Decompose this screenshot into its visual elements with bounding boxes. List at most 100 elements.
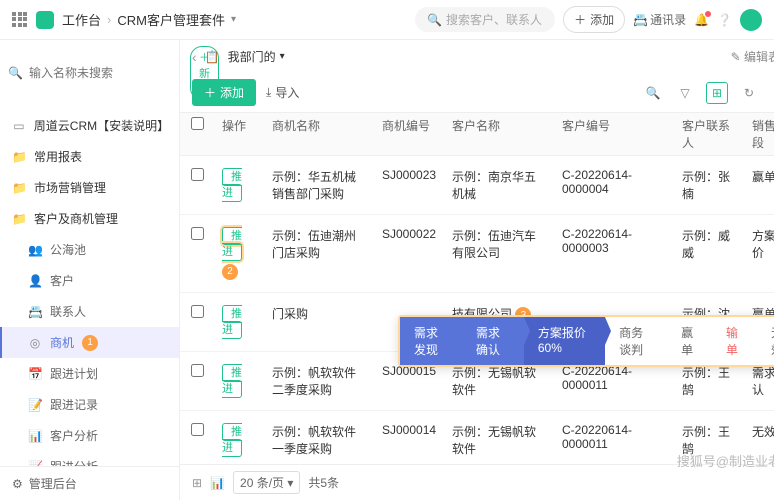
dept-selector[interactable]: 我部门的▾ xyxy=(228,48,285,65)
select-all-checkbox[interactable] xyxy=(191,117,204,130)
sidebar-item[interactable]: 📝 跟进记录 xyxy=(0,389,179,420)
sidebar-item-label: 客户及商机管理 xyxy=(34,210,118,227)
plus-icon: ＋ xyxy=(574,11,586,28)
sidebar-item[interactable]: 📁市场营销管理 xyxy=(0,172,179,203)
sidebar-item[interactable]: 👥公海池 xyxy=(0,234,179,265)
push-button[interactable]: 推进 xyxy=(222,227,242,261)
pipeline-stage[interactable]: 需求发现 xyxy=(400,317,462,365)
cell-code xyxy=(374,301,444,309)
sidebar-item[interactable]: 👤客户 xyxy=(0,265,179,296)
layout-icon[interactable]: ⊞ xyxy=(192,476,202,490)
pipeline-stage[interactable]: 赢单 xyxy=(667,317,712,365)
logo xyxy=(36,11,54,29)
sidebar-item-icon: 📝 xyxy=(28,398,42,412)
sidebar-item-icon: 📅 xyxy=(28,367,42,381)
sidebar-item-label: 跟进分析 xyxy=(50,458,98,466)
pipeline-stage[interactable]: 方案报价 60% xyxy=(524,317,605,365)
push-button[interactable]: 推进 xyxy=(222,305,242,339)
num-badge: 2 xyxy=(222,264,238,280)
cell-name: 示例：华五机械销售部门采购 xyxy=(264,164,374,206)
sidebar-item-icon: 📁 xyxy=(12,212,26,226)
sidebar-item-icon: 📊 xyxy=(28,429,42,443)
watermark: 搜狐号@制造业老简 xyxy=(677,451,774,470)
cell-name: 示例：帆软软件一季度采购 xyxy=(264,419,374,461)
cell-code: SJ000014 xyxy=(374,419,444,441)
th-contact: 客户联系人 xyxy=(674,113,744,155)
admin-backend[interactable]: ⚙管理后台 xyxy=(0,466,179,500)
sidebar-item-icon: ▭ xyxy=(12,119,26,133)
sidebar-item-icon: ◎ xyxy=(28,336,42,350)
row-checkbox[interactable] xyxy=(191,423,204,436)
sidebar-item-label: 联系人 xyxy=(50,303,86,320)
settings-icon[interactable]: ⊞ xyxy=(706,82,728,104)
add-row-button[interactable]: ＋添加 xyxy=(192,79,256,106)
sidebar-item-icon: 👤 xyxy=(28,274,42,288)
page-size-select[interactable]: 20 条/页 ▾ xyxy=(233,471,300,494)
push-button[interactable]: 推进 xyxy=(222,364,242,398)
plus-icon: ＋ xyxy=(204,84,216,101)
refresh-icon[interactable]: ↻ xyxy=(738,82,760,104)
table-row[interactable]: 推进 示例：华五机械销售部门采购 SJ000023 示例：南京华五机械 C-20… xyxy=(180,156,774,215)
pipeline-stage[interactable]: 商务谈判 xyxy=(605,317,667,365)
chevron-down-icon[interactable]: ▾ xyxy=(231,14,236,25)
sidebar-item[interactable]: ◎商机1 xyxy=(0,327,179,358)
bell-icon[interactable]: 🔔 xyxy=(694,13,709,27)
apps-icon[interactable] xyxy=(12,12,28,28)
pipeline-stage[interactable]: 输单 xyxy=(712,317,757,365)
sidebar-item[interactable]: 📅跟进计划 xyxy=(0,358,179,389)
row-checkbox[interactable] xyxy=(191,227,204,240)
cell-ccode: C-20220614-0000003 xyxy=(554,223,674,259)
filter-icon[interactable]: ▽ xyxy=(674,82,696,104)
search-icon: 🔍 xyxy=(8,66,23,80)
cell-code: SJ000022 xyxy=(374,223,444,245)
sidebar-item-label: 跟进记录 xyxy=(50,396,98,413)
edit-form-button[interactable]: ✎ 编辑表单 xyxy=(731,48,774,65)
breadcrumb[interactable]: 工作台 › CRM客户管理套件 ▾ xyxy=(62,10,236,29)
stats-icon[interactable]: 📊 xyxy=(210,476,225,490)
crumb-workspace[interactable]: 工作台 xyxy=(62,10,101,29)
search-input[interactable]: 🔍 搜索客户、联系人 xyxy=(415,7,555,32)
push-button[interactable]: 推进 xyxy=(222,168,242,202)
cell-cust: 示例：伍迪汽车有限公司 xyxy=(444,223,554,265)
table-row[interactable]: 推进2 示例：伍迪潮州门店采购 SJ000022 示例：伍迪汽车有限公司 C-2… xyxy=(180,215,774,293)
cell-stage: 无效 xyxy=(744,419,774,444)
add-button[interactable]: ＋添加 xyxy=(563,6,625,33)
th-code: 商机编号 xyxy=(374,113,444,155)
row-checkbox[interactable] xyxy=(191,364,204,377)
contacts-button[interactable]: 📇通讯录 xyxy=(633,11,686,28)
sidebar-search-input[interactable] xyxy=(29,66,184,80)
cell-ccode: C-20220614-0000011 xyxy=(554,419,674,455)
sidebar-item-icon: 📇 xyxy=(28,305,42,319)
help-icon[interactable]: ❔ xyxy=(717,13,732,27)
th-op: 操作 xyxy=(214,113,264,155)
sidebar-item[interactable]: 📁 客户及商机管理 xyxy=(0,203,179,234)
sidebar-item[interactable]: 📊客户分析 xyxy=(0,420,179,451)
cell-name: 示例：帆软软件二季度采购 xyxy=(264,360,374,402)
import-button[interactable]: ⤓导入 xyxy=(266,84,299,101)
sidebar-item-label: 常用报表 xyxy=(34,148,82,165)
sidebar-item[interactable]: 📈跟进分析 xyxy=(0,451,179,466)
cell-name: 门采购 xyxy=(264,301,374,326)
sidebar-item[interactable]: 📁常用报表 xyxy=(0,141,179,172)
cell-contact: 示例：张楠 xyxy=(674,164,744,206)
contacts-icon: 📇 xyxy=(633,13,648,27)
th-ccode: 客户编号 xyxy=(554,113,674,155)
pipeline-stage[interactable]: 需求确认 xyxy=(462,317,524,365)
crumb-suite[interactable]: CRM客户管理套件 xyxy=(117,10,225,29)
collapse-icon[interactable]: ‹ xyxy=(192,49,197,65)
upload-icon: ⤓ xyxy=(266,85,271,100)
push-button[interactable]: 推进 xyxy=(222,423,242,457)
search-table-icon[interactable]: 🔍 xyxy=(642,82,664,104)
table-row[interactable]: 推进 门采购 技有限公司 3 示例：沈怡 赢单需求发现需求确认方案报价 60%商… xyxy=(180,293,774,352)
cell-ccode xyxy=(554,301,674,309)
pipeline-popup: 需求发现需求确认方案报价 60%商务谈判赢单输单无效 xyxy=(398,315,774,367)
row-checkbox[interactable] xyxy=(191,305,204,318)
sidebar-item[interactable]: 📇 联系人 xyxy=(0,296,179,327)
row-checkbox[interactable] xyxy=(191,168,204,181)
more-icon[interactable]: ⋯ xyxy=(770,82,774,104)
sidebar-item-label: 市场营销管理 xyxy=(34,179,106,196)
avatar[interactable] xyxy=(740,9,762,31)
th-cust: 客户名称 xyxy=(444,113,554,155)
search-placeholder: 搜索客户、联系人 xyxy=(446,11,542,28)
sidebar-item[interactable]: ▭周道云CRM【安装说明】 xyxy=(0,110,179,141)
